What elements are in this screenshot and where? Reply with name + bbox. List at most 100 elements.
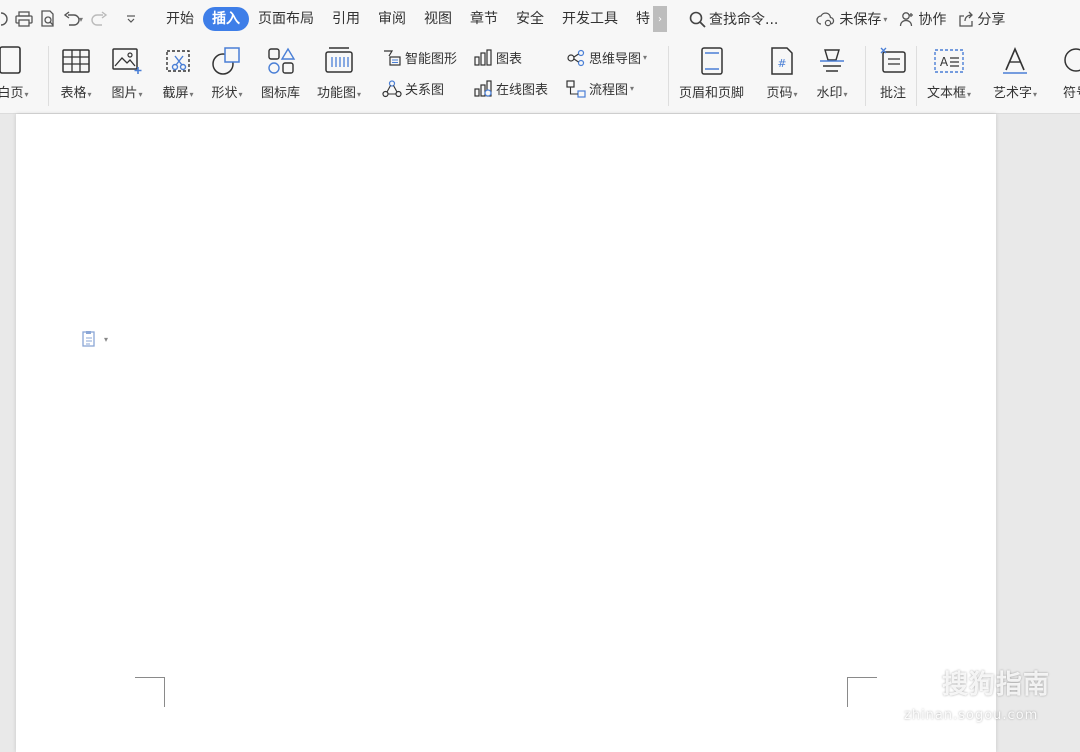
comment-button[interactable]: 批注 [876,38,910,101]
tab-insert[interactable]: 插入 [203,7,250,31]
icon-library-icon [264,44,298,78]
more-tabs-button[interactable]: › [653,6,668,32]
word-art-button[interactable]: 艺术字▾ [993,38,1037,101]
text-box-label: 文本框 [927,86,967,101]
blank-page-icon [0,44,30,78]
mind-map-button[interactable]: 思维导图 ▾ [566,48,647,67]
tab-chapter[interactable]: 章节 [461,7,507,31]
relation-chart-label: 关系图 [405,83,445,98]
screenshot-label: 截屏 [162,86,189,101]
page-number-label: 页码 [766,86,793,101]
screenshot-button[interactable]: 截屏▾ [161,38,195,101]
relation-chart-button[interactable]: 关系图 [382,79,444,98]
relation-chart-icon [382,79,402,97]
print-preview-icon[interactable] [36,7,60,31]
icon-library-button[interactable]: 图标库 [261,38,300,101]
shape-label: 形状 [211,86,238,101]
picture-label: 图片 [111,86,138,101]
comment-label: 批注 [879,86,906,101]
picture-button[interactable]: 图片▾ [110,38,144,101]
tab-home[interactable]: 开始 [157,7,203,31]
ribbon-divider [916,46,917,106]
ribbon-divider [865,46,866,106]
symbol-icon [1059,44,1080,78]
blank-page-button[interactable]: 白页▾ [0,38,30,101]
redo-icon[interactable] [87,7,111,31]
icon-library-label: 图标库 [261,86,301,101]
table-button[interactable]: 表格▾ [59,38,93,101]
page-number-button[interactable]: # 页码▾ [765,38,799,101]
screenshot-icon [161,44,195,78]
margin-corner-mark [847,677,877,707]
paste-options-button[interactable]: ▾ [82,330,108,348]
smart-art-label: 智能图形 [405,52,458,67]
word-art-icon [998,44,1032,78]
word-art-label: 艺术字 [993,86,1033,101]
tab-developer[interactable]: 开发工具 [553,7,627,31]
tab-references[interactable]: 引用 [323,7,369,31]
online-chart-button[interactable]: 在线图表 [473,79,548,98]
document-workspace: ▾ 搜狗指南 zhinan.sogou.com [0,114,1080,752]
chart-button[interactable]: 图表 [473,48,522,67]
tab-page-layout[interactable]: 页面布局 [249,7,323,31]
bar-chart-icon [474,48,492,66]
print-icon[interactable] [12,7,36,31]
tab-view[interactable]: 视图 [415,7,461,31]
customize-toolbar-icon[interactable] [119,7,143,31]
header-footer-label: 页眉和页脚 [679,86,745,101]
share-label: 分享 [977,12,1006,28]
save-icon[interactable] [0,7,12,31]
svg-text:#: # [777,57,786,70]
chevron-down-icon: ▾ [883,14,888,24]
undo-dropdown-icon[interactable]: ▾ [79,15,83,24]
symbol-label: 符号 [1062,86,1080,101]
header-footer-button[interactable]: 页眉和页脚 [679,38,744,101]
watermark-icon [815,44,849,78]
table-icon [59,44,93,78]
flowchart-icon [566,79,586,98]
online-chart-icon [474,79,492,97]
unsaved-label: 未保存 [839,12,882,28]
tab-review[interactable]: 审阅 [369,7,415,31]
quick-access-toolbar: ▾ [0,0,143,38]
header-footer-icon [695,44,729,78]
picture-icon [110,44,144,78]
menu-bar: ▾ 开始 插入 页面布局 引用 审阅 视图 章节 安全 开发工具 特 › 查找命… [0,0,1080,38]
command-search[interactable]: 查找命令... [689,9,778,29]
sogou-watermark: 搜狗指南 [902,664,1050,701]
mind-map-icon [567,49,585,66]
unsaved-button[interactable]: 未保存 ▾ [816,9,887,29]
watermark-label: 水印 [816,86,843,101]
shape-icon [210,44,244,78]
function-chart-icon [322,44,356,78]
flowchart-button[interactable]: 流程图 ▾ [566,79,634,98]
function-chart-button[interactable]: 功能图▾ [317,38,361,101]
share-button[interactable]: 分享 [958,9,1005,29]
function-chart-label: 功能图 [317,86,357,101]
search-label: 查找命令... [709,12,779,28]
flowchart-label: 流程图 [589,83,629,98]
watermark-button[interactable]: 水印▾ [815,38,849,101]
shape-button[interactable]: 形状▾ [210,38,244,101]
symbol-button[interactable]: 符号 [1059,38,1080,101]
ribbon-divider [668,46,669,106]
blank-page-label: 白页 [0,86,24,101]
chevron-down-icon: ▾ [643,53,648,62]
chevron-down-icon: ▾ [104,334,109,344]
tab-security[interactable]: 安全 [507,7,553,31]
collaborate-button[interactable]: 协作 [899,9,946,29]
cloud-icon [816,12,835,27]
comment-icon [876,44,910,78]
document-page[interactable]: ▾ [16,114,996,752]
paste-options-icon [82,331,95,347]
watermark-brand: 搜狗指南 [942,670,1051,700]
chart-label: 图表 [496,52,523,67]
smart-art-button[interactable]: 智能图形 [382,48,457,67]
search-icon [689,11,706,28]
text-box-button[interactable]: A 文本框▾ [927,38,971,101]
share-icon [959,11,974,27]
collaborate-label: 协作 [918,12,947,28]
text-box-icon: A [932,44,966,78]
smart-art-icon [384,49,401,66]
menu-tabs: 开始 插入 页面布局 引用 审阅 视图 章节 安全 开发工具 特 › [157,0,668,38]
